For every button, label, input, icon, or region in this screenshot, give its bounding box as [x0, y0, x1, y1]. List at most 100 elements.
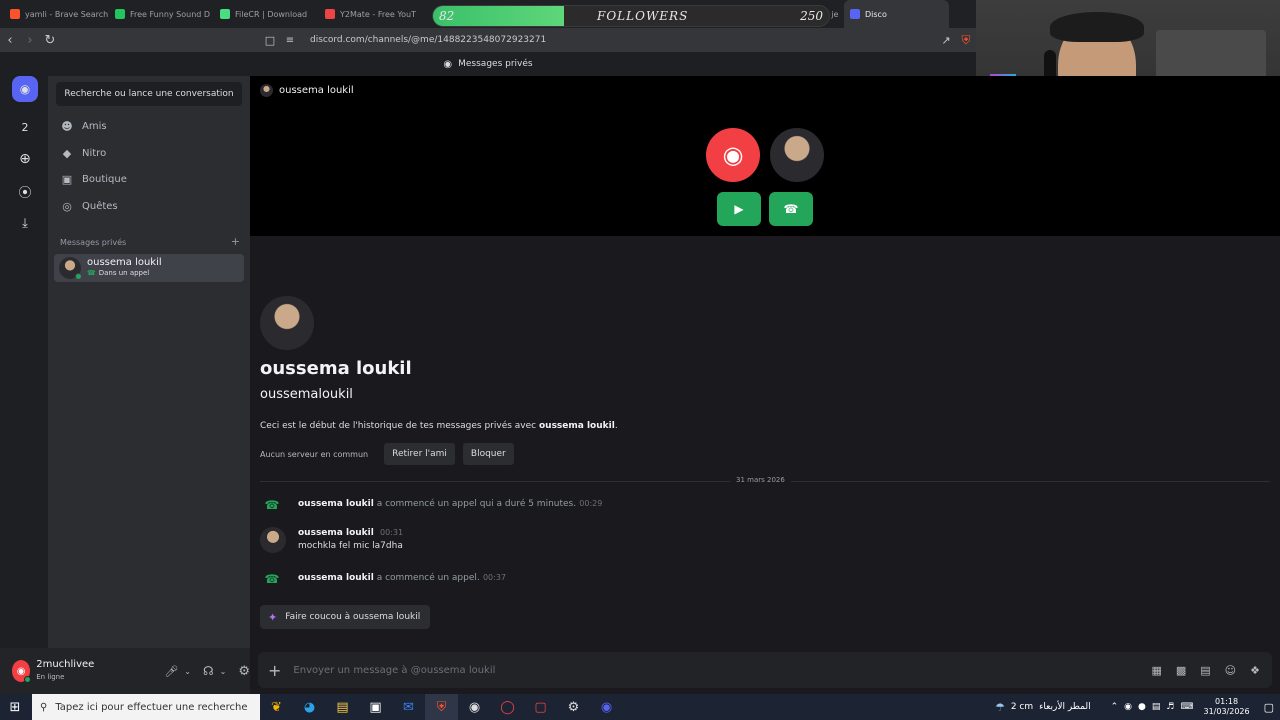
opera-icon[interactable]: ◯: [491, 694, 524, 720]
settings-gear-icon[interactable]: ⚙: [238, 664, 250, 679]
bookmark-icon[interactable]: □: [260, 28, 280, 52]
taskbar-search[interactable]: ⚲ Tapez ici pour effectuer une recherche: [32, 694, 260, 720]
attach-plus-icon[interactable]: +: [268, 661, 281, 680]
language-icon[interactable]: ⌨: [1180, 702, 1193, 712]
apps-icon[interactable]: ❖: [1250, 664, 1260, 677]
intro-suffix: .: [614, 421, 618, 431]
wave-label: Faire coucou à oussema loukil: [285, 612, 421, 622]
followers-current: 82: [439, 9, 455, 23]
dm-item-name: oussema loukil: [87, 257, 162, 268]
copilot-icon[interactable]: ❦: [260, 694, 293, 720]
message-text: mochkla fel mic la7dha: [298, 541, 403, 551]
video-call-button[interactable]: ▶: [717, 192, 761, 226]
nav-item-nitro[interactable]: ◆ Nitro: [54, 140, 244, 166]
nav-item-label: Boutique: [82, 173, 127, 185]
share-icon[interactable]: ↗: [936, 28, 956, 52]
forward-icon[interactable]: ›: [20, 28, 40, 52]
channel-avatar: [260, 84, 273, 97]
message-author[interactable]: oussema loukil: [298, 499, 374, 509]
gif-icon[interactable]: ▩: [1176, 664, 1186, 677]
microphone-icon[interactable]: 🎤︎: [164, 665, 178, 678]
unread-badge[interactable]: 2: [12, 114, 38, 140]
chevron-down-icon[interactable]: ⌄: [220, 667, 227, 676]
discord-taskbar-icon[interactable]: ◉: [590, 694, 623, 720]
tray-mic-icon[interactable]: ●: [1138, 702, 1146, 712]
voice-call-button[interactable]: ☎: [769, 192, 813, 226]
notifications-icon[interactable]: ▢: [1264, 701, 1274, 714]
headphones-icon[interactable]: ☊: [203, 664, 214, 678]
gift-icon[interactable]: ▦: [1151, 664, 1161, 677]
weather-icon[interactable]: ☂: [995, 701, 1005, 714]
home-discord-icon[interactable]: ◉: [12, 76, 38, 102]
peer-call-avatar[interactable]: [770, 128, 824, 182]
topbar-title: Messages privés: [458, 59, 533, 69]
browser-tab[interactable]: Y2Mate - Free YouT: [319, 0, 424, 28]
tray-app-icon[interactable]: ◉: [1124, 702, 1132, 712]
mail-icon[interactable]: ✉: [392, 694, 425, 720]
search-conversation-button[interactable]: Recherche ou lance une conversation: [56, 82, 242, 106]
camera-icon: ▶: [734, 202, 744, 216]
message-author[interactable]: oussema loukil: [298, 528, 374, 538]
message-input[interactable]: Envoyer un message à @oussema loukil: [293, 665, 495, 676]
site-settings-icon[interactable]: ≡: [280, 28, 300, 52]
emoji-icon[interactable]: ☺: [1225, 664, 1236, 677]
block-button[interactable]: Bloquer: [462, 443, 514, 465]
windows-taskbar: ⊞ ⚲ Tapez ici pour effectuer une recherc…: [0, 694, 1280, 720]
store-icon[interactable]: ▣: [359, 694, 392, 720]
browser-tab[interactable]: yamli - Brave Search: [4, 0, 109, 28]
clock-time[interactable]: 01:18: [1215, 697, 1238, 707]
tab-favicon-icon: [850, 9, 860, 19]
obs-icon[interactable]: ◉: [458, 694, 491, 720]
tab-label: FileCR | Download: [235, 9, 308, 19]
message-author[interactable]: oussema loukil: [298, 573, 374, 583]
address-bar-row: ‹ › ↻ □ ≡ discord.com/channels/@me/14882…: [0, 28, 976, 52]
message-input-box[interactable]: + Envoyer un message à @oussema loukil ▦…: [258, 652, 1272, 688]
add-server-icon[interactable]: ⊕: [12, 146, 38, 172]
profile-avatar[interactable]: [260, 296, 314, 350]
nav-item-label: Amis: [82, 120, 107, 132]
settings-taskbar-icon[interactable]: ⚙: [557, 694, 590, 720]
edge-icon[interactable]: ◕: [293, 694, 326, 720]
my-call-avatar-discord-icon[interactable]: ◉: [706, 128, 760, 182]
file-explorer-icon[interactable]: ▤: [326, 694, 359, 720]
back-icon[interactable]: ‹: [0, 28, 20, 52]
tab-label: Free Funny Sound D: [130, 9, 211, 19]
message-avatar[interactable]: [260, 527, 286, 553]
dm-item-oussema[interactable]: oussema loukil ☎ Dans un appel: [54, 254, 244, 282]
nav-item-friends[interactable]: ☻ Amis: [54, 113, 244, 139]
intro-prefix: Ceci est le début de l'historique de tes…: [260, 421, 539, 431]
tray-chevron-icon[interactable]: ⌃: [1111, 702, 1119, 712]
browser-tab[interactable]: FileCR | Download: [214, 0, 319, 28]
taskbar-search-placeholder: Tapez ici pour effectuer une recherche: [55, 701, 248, 713]
new-dm-plus-icon[interactable]: +: [231, 236, 240, 247]
username: 2muchlivee: [36, 659, 95, 670]
system-message: ☎ oussema loukil a commencé un appel qui…: [260, 498, 603, 512]
browser-tab[interactable]: Disco: [844, 0, 949, 28]
followers-goal-bar: 82 FOLLOWERS 250: [432, 5, 830, 27]
call-phone-icon: ☎: [264, 572, 280, 586]
tab-label: yamli - Brave Search: [25, 9, 109, 19]
reload-icon[interactable]: ↻: [40, 28, 60, 52]
clock-date[interactable]: 31/03/2026: [1203, 707, 1249, 717]
video-editor-icon[interactable]: ▢: [524, 694, 557, 720]
chevron-down-icon[interactable]: ⌄: [184, 667, 191, 676]
user-avatar[interactable]: ◉: [12, 660, 32, 683]
nav-item-shop[interactable]: ▣ Boutique: [54, 166, 244, 192]
sticker-icon[interactable]: ▤: [1200, 664, 1210, 677]
chat-area: oussema loukil oussemaloukil Ceci est le…: [250, 236, 1280, 648]
volume-icon[interactable]: ♬: [1166, 702, 1174, 712]
brave-taskbar-icon[interactable]: ⛨: [425, 694, 458, 720]
windows-start-icon[interactable]: ⊞: [0, 694, 30, 720]
url-field[interactable]: discord.com/channels/@me/148822354807292…: [310, 35, 546, 45]
download-icon[interactable]: ⤓: [12, 210, 38, 236]
remove-friend-button[interactable]: Retirer l'ami: [384, 443, 455, 465]
tab-favicon-icon: [325, 9, 335, 19]
browser-tab[interactable]: Free Funny Sound D: [109, 0, 214, 28]
phone-icon: ☎: [783, 202, 799, 216]
wave-button[interactable]: ✦ Faire coucou à oussema loukil: [260, 605, 431, 629]
nitro-icon: ◆: [62, 146, 72, 160]
nav-item-quests[interactable]: ◎ Quêtes: [54, 193, 244, 219]
brave-shield-icon[interactable]: ⛨: [956, 28, 976, 52]
discover-icon[interactable]: ⦿: [12, 178, 38, 204]
network-icon[interactable]: ▤: [1152, 702, 1161, 712]
